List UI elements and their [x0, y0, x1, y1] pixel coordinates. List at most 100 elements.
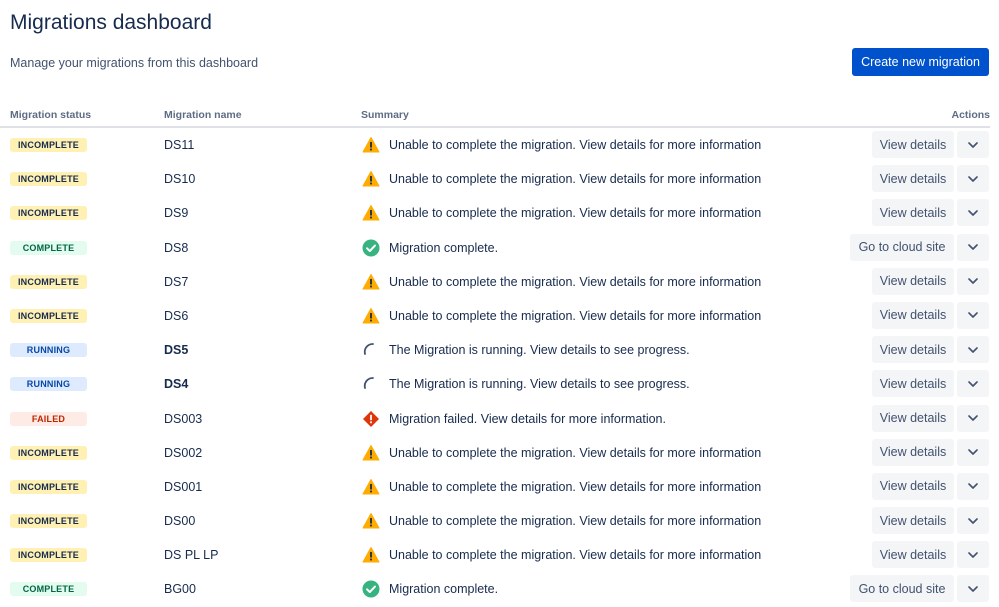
warning-icon	[362, 444, 380, 462]
chevron-down-icon	[957, 244, 989, 250]
more-actions-button[interactable]	[957, 507, 989, 535]
table-row: INCOMPLETE DS00 Unable to complete the mig…	[0, 504, 999, 538]
summary-text: Unable to complete the migration. View d…	[389, 514, 762, 529]
more-actions-button[interactable]	[957, 301, 989, 329]
table-row: INCOMPLETE DS7 Unable to complete the migr…	[0, 265, 999, 299]
migration-name: DS5	[164, 343, 189, 358]
status-badge: INCOMPLETE	[10, 138, 87, 152]
summary-text: The Migration is running. View details t…	[389, 343, 690, 358]
table-row: RUNNING DS5 The Migration is running. View…	[0, 333, 999, 367]
chevron-down-icon	[957, 210, 989, 216]
spinner-icon	[362, 375, 380, 393]
status-badge: INCOMPLETE	[10, 172, 87, 187]
status-badge: INCOMPLETE	[10, 274, 87, 289]
view-details-button[interactable]: View details	[872, 301, 954, 329]
view-details-button[interactable]: View details	[872, 199, 954, 227]
column-header-name: Migration name	[164, 109, 242, 121]
view-details-button[interactable]: View details	[872, 336, 954, 364]
status-badge: RUNNING	[10, 377, 87, 392]
column-header-status: Migration status	[10, 109, 92, 121]
table-header: Migration status Migration name Summary …	[0, 106, 990, 128]
view-details-button[interactable]: View details	[872, 267, 954, 295]
view-details-button[interactable]: View details	[872, 472, 954, 500]
migration-name: BG00	[164, 582, 196, 597]
view-details-button[interactable]: View details	[872, 438, 954, 466]
table-row: INCOMPLETE DS9 Unable to complete the migr…	[0, 196, 999, 230]
chevron-down-icon	[957, 551, 989, 558]
migration-name: DS11	[164, 138, 195, 152]
status-badge: FAILED	[10, 411, 87, 426]
migration-name: DS00	[164, 514, 196, 529]
more-actions-button[interactable]	[957, 370, 989, 398]
summary-text: Unable to complete the migration. View d…	[389, 445, 762, 460]
migration-name: DS001	[164, 479, 203, 494]
more-actions-button[interactable]	[957, 165, 989, 193]
table-row: INCOMPLETE DS002 Unable to complete the mi…	[0, 436, 999, 470]
view-details-button[interactable]: View details	[872, 507, 954, 535]
more-actions-button[interactable]	[957, 575, 989, 603]
view-details-button[interactable]: View details	[872, 541, 954, 569]
migration-name: DS PL LP	[164, 548, 219, 563]
status-badge: INCOMPLETE	[10, 308, 87, 323]
more-actions-button[interactable]	[957, 199, 989, 227]
chevron-down-icon	[957, 346, 989, 353]
page-subtitle: Manage your migrations from this dashboa…	[10, 56, 259, 70]
go-to-cloud-site-button[interactable]: Go to cloud site	[850, 233, 954, 261]
warning-icon	[362, 273, 380, 291]
page-title: Migrations dashboard	[10, 11, 212, 34]
summary-text: Unable to complete the migration. View d…	[389, 274, 762, 289]
chevron-down-icon	[957, 381, 989, 387]
table-row: COMPLETE BG00 Migration complete. Go to clo…	[0, 572, 999, 606]
chevron-down-icon	[957, 278, 989, 285]
check-circle-icon	[362, 580, 380, 598]
migration-name: DS4	[164, 377, 189, 392]
chevron-down-icon	[957, 175, 989, 182]
chevron-down-icon	[957, 312, 989, 319]
migration-name: DS8	[164, 240, 189, 255]
more-actions-button[interactable]	[957, 336, 989, 364]
warning-icon	[362, 136, 380, 154]
summary-text: Migration complete.	[389, 240, 499, 255]
summary-text: Unable to complete the migration. View d…	[389, 548, 762, 563]
status-badge: INCOMPLETE	[10, 445, 87, 460]
table-row: INCOMPLETE DS6 Unable to complete the migr…	[0, 299, 999, 333]
summary-text: Unable to complete the migration. View d…	[389, 479, 762, 494]
migration-name: DS003	[164, 411, 203, 426]
warning-icon	[362, 170, 380, 188]
go-to-cloud-site-button[interactable]: Go to cloud site	[850, 575, 954, 603]
status-badge: INCOMPLETE	[10, 206, 87, 221]
table-row: COMPLETE DS8 Migration complete. Go to clou…	[0, 231, 999, 265]
view-details-button[interactable]: View details	[872, 404, 954, 432]
status-badge: COMPLETE	[10, 240, 87, 255]
view-details-button[interactable]: View details	[872, 370, 954, 398]
warning-icon	[362, 478, 380, 496]
more-actions-button[interactable]	[957, 541, 989, 569]
more-actions-button[interactable]	[957, 404, 989, 432]
chevron-down-icon	[957, 483, 989, 490]
view-details-button[interactable]: View details	[872, 131, 954, 158]
more-actions-button[interactable]	[957, 131, 989, 158]
chevron-down-icon	[957, 415, 989, 421]
more-actions-button[interactable]	[957, 438, 989, 466]
chevron-down-icon	[957, 517, 989, 524]
more-actions-button[interactable]	[957, 267, 989, 295]
migration-name: DS7	[164, 274, 189, 289]
summary-text: Unable to complete the migration. View d…	[389, 138, 762, 152]
migration-name: DS002	[164, 445, 203, 460]
migration-name: DS9	[164, 206, 189, 221]
migration-name: DS6	[164, 308, 189, 323]
more-actions-button[interactable]	[957, 472, 989, 500]
warning-icon	[362, 546, 380, 564]
warning-icon	[362, 307, 380, 325]
create-new-migration-button[interactable]: Create new migration	[852, 48, 989, 76]
summary-text: Unable to complete the migration. View d…	[389, 172, 762, 187]
summary-text: Migration failed. View details for more …	[389, 411, 666, 426]
more-actions-button[interactable]	[957, 233, 989, 261]
view-details-button[interactable]: View details	[872, 165, 954, 193]
error-icon	[362, 410, 380, 428]
table-row: INCOMPLETE DS11 Unable to complete the mig…	[0, 128, 999, 162]
status-badge: RUNNING	[10, 343, 87, 358]
status-badge: INCOMPLETE	[10, 548, 87, 563]
migrations-table: INCOMPLETE DS11 Unable to complete the mig…	[0, 128, 999, 607]
migration-name: DS10	[164, 172, 196, 187]
